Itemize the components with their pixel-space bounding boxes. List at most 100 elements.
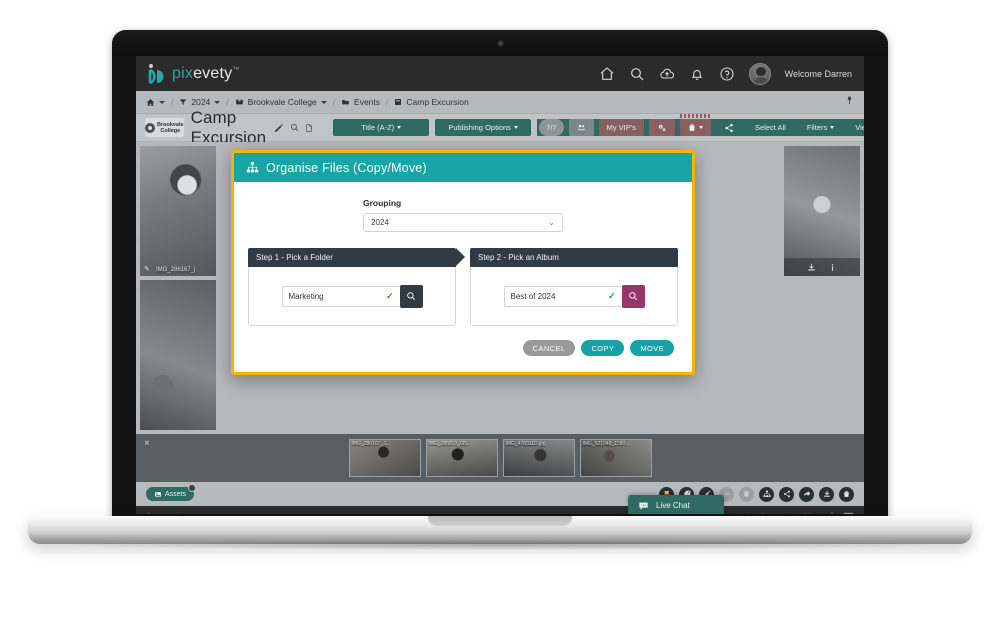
home-icon[interactable] [599,66,615,82]
filmstrip-thumb[interactable]: IMG_478311D.jpg [502,439,575,477]
document-icon[interactable] [305,123,313,133]
breadcrumb-home[interactable] [146,98,165,107]
pin-glyph [847,96,852,105]
breadcrumb-separator: / [171,97,174,107]
filmstrip-thumb[interactable]: IMG_286167_J... [348,439,421,477]
sitemap-icon[interactable] [759,486,774,502]
crest-icon [145,122,155,133]
cancel-button[interactable]: CANCEL [522,340,576,356]
publishing-label: Publishing Options [448,123,511,132]
assets-label: Assets [165,490,187,498]
filters-dropdown[interactable]: Filters [799,119,842,136]
people-button[interactable] [568,119,594,136]
close-icon[interactable]: × [144,438,150,449]
my-vips-button[interactable]: My VIP's [598,119,644,136]
pin-icon[interactable] [845,95,854,109]
breadcrumb-label: Events [354,97,381,107]
footer-divider: | [747,512,749,515]
filter-icon [180,99,187,105]
school-logo: Brookvale College [144,117,185,138]
grouping-label: Grouping [363,198,402,208]
breadcrumb-item-2024[interactable]: 2024 [179,97,221,107]
footer-divider: | [823,512,825,515]
modal-header: Organise Files (Copy/Move) [234,153,692,182]
search-icon[interactable] [290,123,299,132]
breadcrumb-item-events[interactable]: Events [341,97,380,107]
copyright-pre: © 2024 [146,512,172,515]
keyboard-icon[interactable] [843,512,854,514]
share-icon[interactable] [779,486,794,502]
live-chat-widget[interactable]: Live Chat [628,495,724,514]
breadcrumb-separator: / [226,97,229,107]
chevron-down-icon [830,126,835,129]
help-icon[interactable] [719,66,735,82]
filters-label: Filters [806,123,828,132]
photo-grid: ✎ IMG_286167_j Organise Files (Copy/Move… [136,142,864,434]
step-2-pick-an-album: Step 2 - Pick an Album Best of 2024 ✓ [470,248,678,326]
webcam-icon [497,41,503,46]
trash-icon[interactable] [839,486,854,502]
logo-evety: evety [193,64,233,82]
select-all-button[interactable]: Select All [747,119,794,136]
step-2-header: Step 2 - Pick an Album [470,248,678,267]
live-chat-label: Live Chat [656,501,690,510]
footer-link-terms[interactable]: Terms [722,512,742,515]
breadcrumb-label: Brookvale College [247,97,317,107]
copy-button[interactable]: COPY [581,340,625,356]
modal-title: Organise Files (Copy/Move) [266,160,427,175]
download-icon[interactable] [819,486,834,502]
event-icon [395,99,402,105]
footer-link-cookies[interactable]: Cookies [791,512,818,515]
views-dropdown[interactable]: Views [847,119,864,136]
trash-icon [689,124,695,131]
album-search-button[interactable] [621,284,645,308]
gears-button[interactable] [648,119,675,136]
trash-dropdown[interactable] [679,114,711,136]
grouping-value: 2024 [371,218,389,227]
share-icon [725,123,733,132]
assets-button[interactable]: Assets [146,484,197,501]
filmstrip-thumb[interactable]: IMG_286873_08... [425,439,498,477]
thumb-filename: IMG_286873_08... [428,441,470,447]
publishing-options-dropdown[interactable]: Publishing Options [435,119,532,136]
rss-icon[interactable] [830,512,838,514]
chat-icon [639,502,648,510]
forward-icon[interactable] [799,486,814,502]
cloud-upload-icon[interactable] [659,66,675,82]
folder-value: Marketing [288,291,324,301]
share-glyph [783,490,790,498]
step-1-header: Step 1 - Pick a Folder [248,248,456,267]
document-glyph [744,491,749,497]
search-icon[interactable] [629,66,645,82]
move-button[interactable]: MOVE [630,340,674,356]
logo-tm: ™ [232,66,240,74]
footer-link-privacy[interactable]: Privacy [754,512,779,515]
breadcrumb-separator: / [386,97,389,107]
valid-check-icon: ✓ [385,290,394,301]
breadcrumb-item-brookvale-college[interactable]: Brookvale College [235,97,327,107]
album-input[interactable]: Best of 2024 ✓ [503,285,622,307]
folder-search-button[interactable] [399,284,423,308]
sort-dropdown[interactable]: Title (A-Z) [333,119,430,136]
avatar[interactable] [748,62,771,85]
search-icon [407,292,416,301]
bell-icon[interactable] [689,66,705,82]
forward-glyph [803,491,810,496]
laptop-bezel [112,30,888,56]
share-button[interactable] [716,119,742,136]
breadcrumb-label: Camp Excursion [406,97,469,107]
folder-picker: Marketing ✓ [281,284,423,308]
album-value: Best of 2024 [510,291,556,301]
download-glyph [823,490,830,497]
pencil-icon[interactable] [274,123,284,133]
pixevety-logo[interactable]: pixevety™ [148,63,240,84]
grouping-select[interactable]: 2024 ⌄ [363,213,563,232]
breadcrumb-item-camp-excursion[interactable]: Camp Excursion [394,97,469,107]
filmstrip-thumb[interactable]: IMG_521548_1580... [579,439,652,477]
laptop-shadow [60,540,940,550]
folder-input[interactable]: Marketing ✓ [281,285,400,307]
valid-check-icon: ✓ [607,290,616,301]
logo-mark-icon [148,63,167,84]
home-icon [146,98,155,106]
steps-container: Step 1 - Pick a Folder Marketing ✓ Step … [248,248,678,326]
